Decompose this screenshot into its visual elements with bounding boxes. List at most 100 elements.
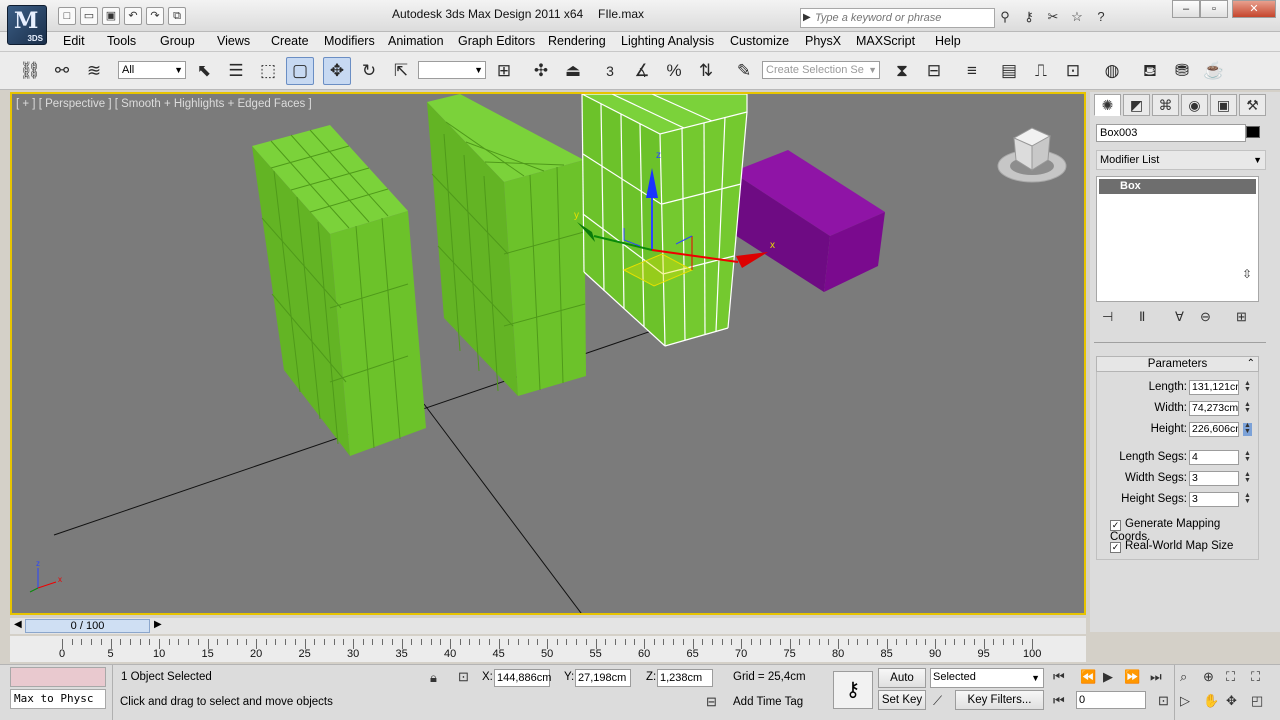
zoom-icon[interactable]: ⌕ [1180, 669, 1187, 685]
collapse-icon[interactable]: ⌃ [1247, 357, 1255, 371]
show-end-result-icon[interactable]: Ⅱ [1139, 309, 1145, 325]
length-spinner-icon[interactable]: ▲ ▼ [1243, 380, 1252, 394]
key-mode-dropdown[interactable]: Selected ▼ [930, 668, 1044, 688]
auto-key-button[interactable]: Auto Key [878, 668, 926, 702]
open-file-icon[interactable]: ▭ [80, 7, 98, 25]
menu-group[interactable]: Group [160, 34, 195, 48]
absolute-mode-icon[interactable]: ⊡ [458, 669, 469, 685]
selection-lock-icon[interactable]: 🔒︎ [430, 670, 437, 686]
render-production-icon[interactable]: ☕ [1200, 57, 1228, 85]
real-world-map-size-checkbox[interactable]: ✓ Real-World Map Size [1110, 540, 1233, 553]
save-icon[interactable]: ▣ [102, 7, 120, 25]
select-and-link-icon[interactable]: ⛓ [16, 57, 44, 85]
window-crossing-icon[interactable]: ▢ [286, 57, 314, 85]
height-segs-input[interactable]: 3 [1189, 492, 1239, 507]
y-coordinate-field[interactable]: 27,198cm [575, 669, 631, 687]
motion-tab-icon[interactable]: ◉ [1181, 94, 1208, 116]
select-object-icon[interactable]: ⬉ [190, 57, 218, 85]
checkbox-check-icon[interactable]: ✓ [1110, 520, 1121, 531]
mirror-icon[interactable]: ⧗ [888, 57, 916, 85]
help-icon[interactable]: ? [1092, 8, 1110, 26]
configure-modifier-sets-icon[interactable]: ⊞ [1236, 309, 1247, 325]
unlink-selection-icon[interactable]: ⚯ [48, 57, 76, 85]
graphite-ribbon-icon[interactable]: ▤ [995, 57, 1023, 85]
key-search-icon[interactable]: ⚷ [1020, 8, 1038, 26]
zoom-extents-all-icon[interactable]: ⛶ [1251, 669, 1260, 685]
key-mode-toggle-icon[interactable]: ⏮ [1053, 693, 1065, 709]
field-of-view-icon[interactable]: ▷ [1180, 693, 1190, 709]
modify-tab-icon[interactable]: ◩ [1123, 94, 1150, 116]
go-to-end-icon[interactable]: ⏭ [1150, 669, 1162, 685]
height-spinner-icon[interactable]: ▲ ▼ [1243, 422, 1252, 436]
material-editor-icon[interactable]: ◍ [1098, 57, 1126, 85]
select-and-rotate-icon[interactable]: ↻ [355, 57, 383, 85]
rectangular-selection-icon[interactable]: ⬚ [254, 57, 282, 85]
time-slider[interactable]: ◀ 0 / 100 ▶ [10, 618, 1086, 634]
modifier-list-dropdown[interactable]: Modifier List ▼ [1096, 150, 1266, 170]
menu-graph-editors[interactable]: Graph Editors [458, 34, 535, 48]
percent-snap-icon[interactable]: % [660, 57, 688, 85]
x-coordinate-field[interactable]: 144,886cm [494, 669, 551, 687]
key-filters-button[interactable]: Key Filters... [955, 690, 1044, 710]
make-unique-icon[interactable]: ∀ [1175, 309, 1184, 325]
width-spinner-icon[interactable]: ▲ ▼ [1243, 401, 1252, 415]
menu-edit[interactable]: Edit [63, 34, 85, 48]
time-configuration-icon[interactable]: ⊡ [1158, 693, 1169, 709]
pan-view-icon[interactable]: ✋ [1203, 693, 1219, 709]
modifier-stack[interactable]: Box ⇳ [1096, 176, 1259, 302]
add-time-tag[interactable]: Add Time Tag [733, 696, 803, 708]
height-input[interactable]: 226,606cm [1189, 422, 1239, 437]
time-tag-icon[interactable]: ⊟ [706, 694, 717, 710]
utilities-tab-icon[interactable]: ⚒ [1239, 94, 1266, 116]
redo-icon[interactable]: ↷ [146, 7, 164, 25]
reference-coordinate-dropdown[interactable]: ▼ [418, 61, 486, 79]
app-logo-button[interactable]: M 3DS [7, 5, 47, 45]
play-icon[interactable]: ▶ [1103, 669, 1113, 685]
viewport-label[interactable]: [ + ] [ Perspective ] [ Smooth + Highlig… [16, 98, 312, 110]
go-to-start-icon[interactable]: ⏮ [1053, 669, 1065, 685]
hierarchy-tab-icon[interactable]: ⌘ [1152, 94, 1179, 116]
width-segs-spinner-icon[interactable]: ▲ ▼ [1243, 471, 1252, 485]
maxscript-mini-listener[interactable]: Max to Physc [10, 689, 106, 709]
layer-manager-icon[interactable]: ≡ [958, 57, 986, 85]
search-input[interactable] [815, 10, 991, 26]
default-in-out-tangents-icon[interactable]: ⟋ [933, 693, 942, 709]
project-folder-icon[interactable]: ⧉ [168, 7, 186, 25]
menu-create[interactable]: Create [271, 34, 309, 48]
curve-editor-icon[interactable]: ⎍ [1027, 57, 1055, 85]
undo-icon[interactable]: ↶ [124, 7, 142, 25]
menu-animation[interactable]: Animation [388, 34, 444, 48]
viewport-scene[interactable]: z y x z x [12, 94, 1086, 615]
search-box[interactable]: ▶ [800, 8, 995, 28]
edit-named-selection-icon[interactable]: ✎ [730, 57, 758, 85]
height-segs-spinner-icon[interactable]: ▲ ▼ [1243, 492, 1252, 506]
named-selection-dropdown[interactable]: Create Selection Se ▼ [762, 61, 880, 79]
time-slider-prev-icon[interactable]: ◀ [14, 619, 22, 630]
snaps-toggle-icon[interactable]: 3 [596, 57, 624, 85]
select-by-name-icon[interactable]: ☰ [222, 57, 250, 85]
bind-to-space-warp-icon[interactable]: ≋ [80, 57, 108, 85]
pin-stack-icon[interactable]: ⊣ [1102, 309, 1113, 325]
perspective-viewport[interactable]: z y x z x [ + ] [ Perspective ] [ Smooth… [10, 92, 1086, 615]
width-segs-input[interactable]: 3 [1189, 471, 1239, 486]
track-bar[interactable]: 0 5 10 15 20 25 30 35 40 45 50 55 60 65 70 75 80 85 90 95 10… [10, 636, 1086, 662]
zoom-all-icon[interactable]: ⊕ [1203, 669, 1214, 685]
favorites-icon[interactable]: ☆ [1068, 8, 1086, 26]
parameters-rollout-header[interactable]: Parameters ⌃ [1096, 356, 1259, 372]
set-key-button[interactable]: Set Key [878, 690, 926, 710]
length-segs-spinner-icon[interactable]: ▲ ▼ [1243, 450, 1252, 464]
object-color-swatch[interactable] [1246, 126, 1260, 138]
checkbox-check-icon[interactable]: ✓ [1110, 542, 1121, 553]
minimize-button[interactable]: – [1172, 0, 1200, 18]
display-tab-icon[interactable]: ▣ [1210, 94, 1237, 116]
create-tab-icon[interactable]: ✺ [1094, 94, 1121, 116]
rendered-frame-window-icon[interactable]: ⛃ [1168, 57, 1196, 85]
maximize-button[interactable]: ▫ [1200, 0, 1228, 18]
menu-tools[interactable]: Tools [107, 34, 136, 48]
object-name-field[interactable]: Box003 [1096, 124, 1246, 142]
stack-item-box[interactable]: Box [1099, 179, 1256, 194]
time-slider-next-icon[interactable]: ▶ [154, 619, 162, 630]
render-setup-icon[interactable]: ⛾ [1136, 57, 1164, 85]
previous-frame-icon[interactable]: ⏪ [1080, 669, 1096, 685]
remove-modifier-icon[interactable]: ⊖ [1200, 309, 1211, 325]
